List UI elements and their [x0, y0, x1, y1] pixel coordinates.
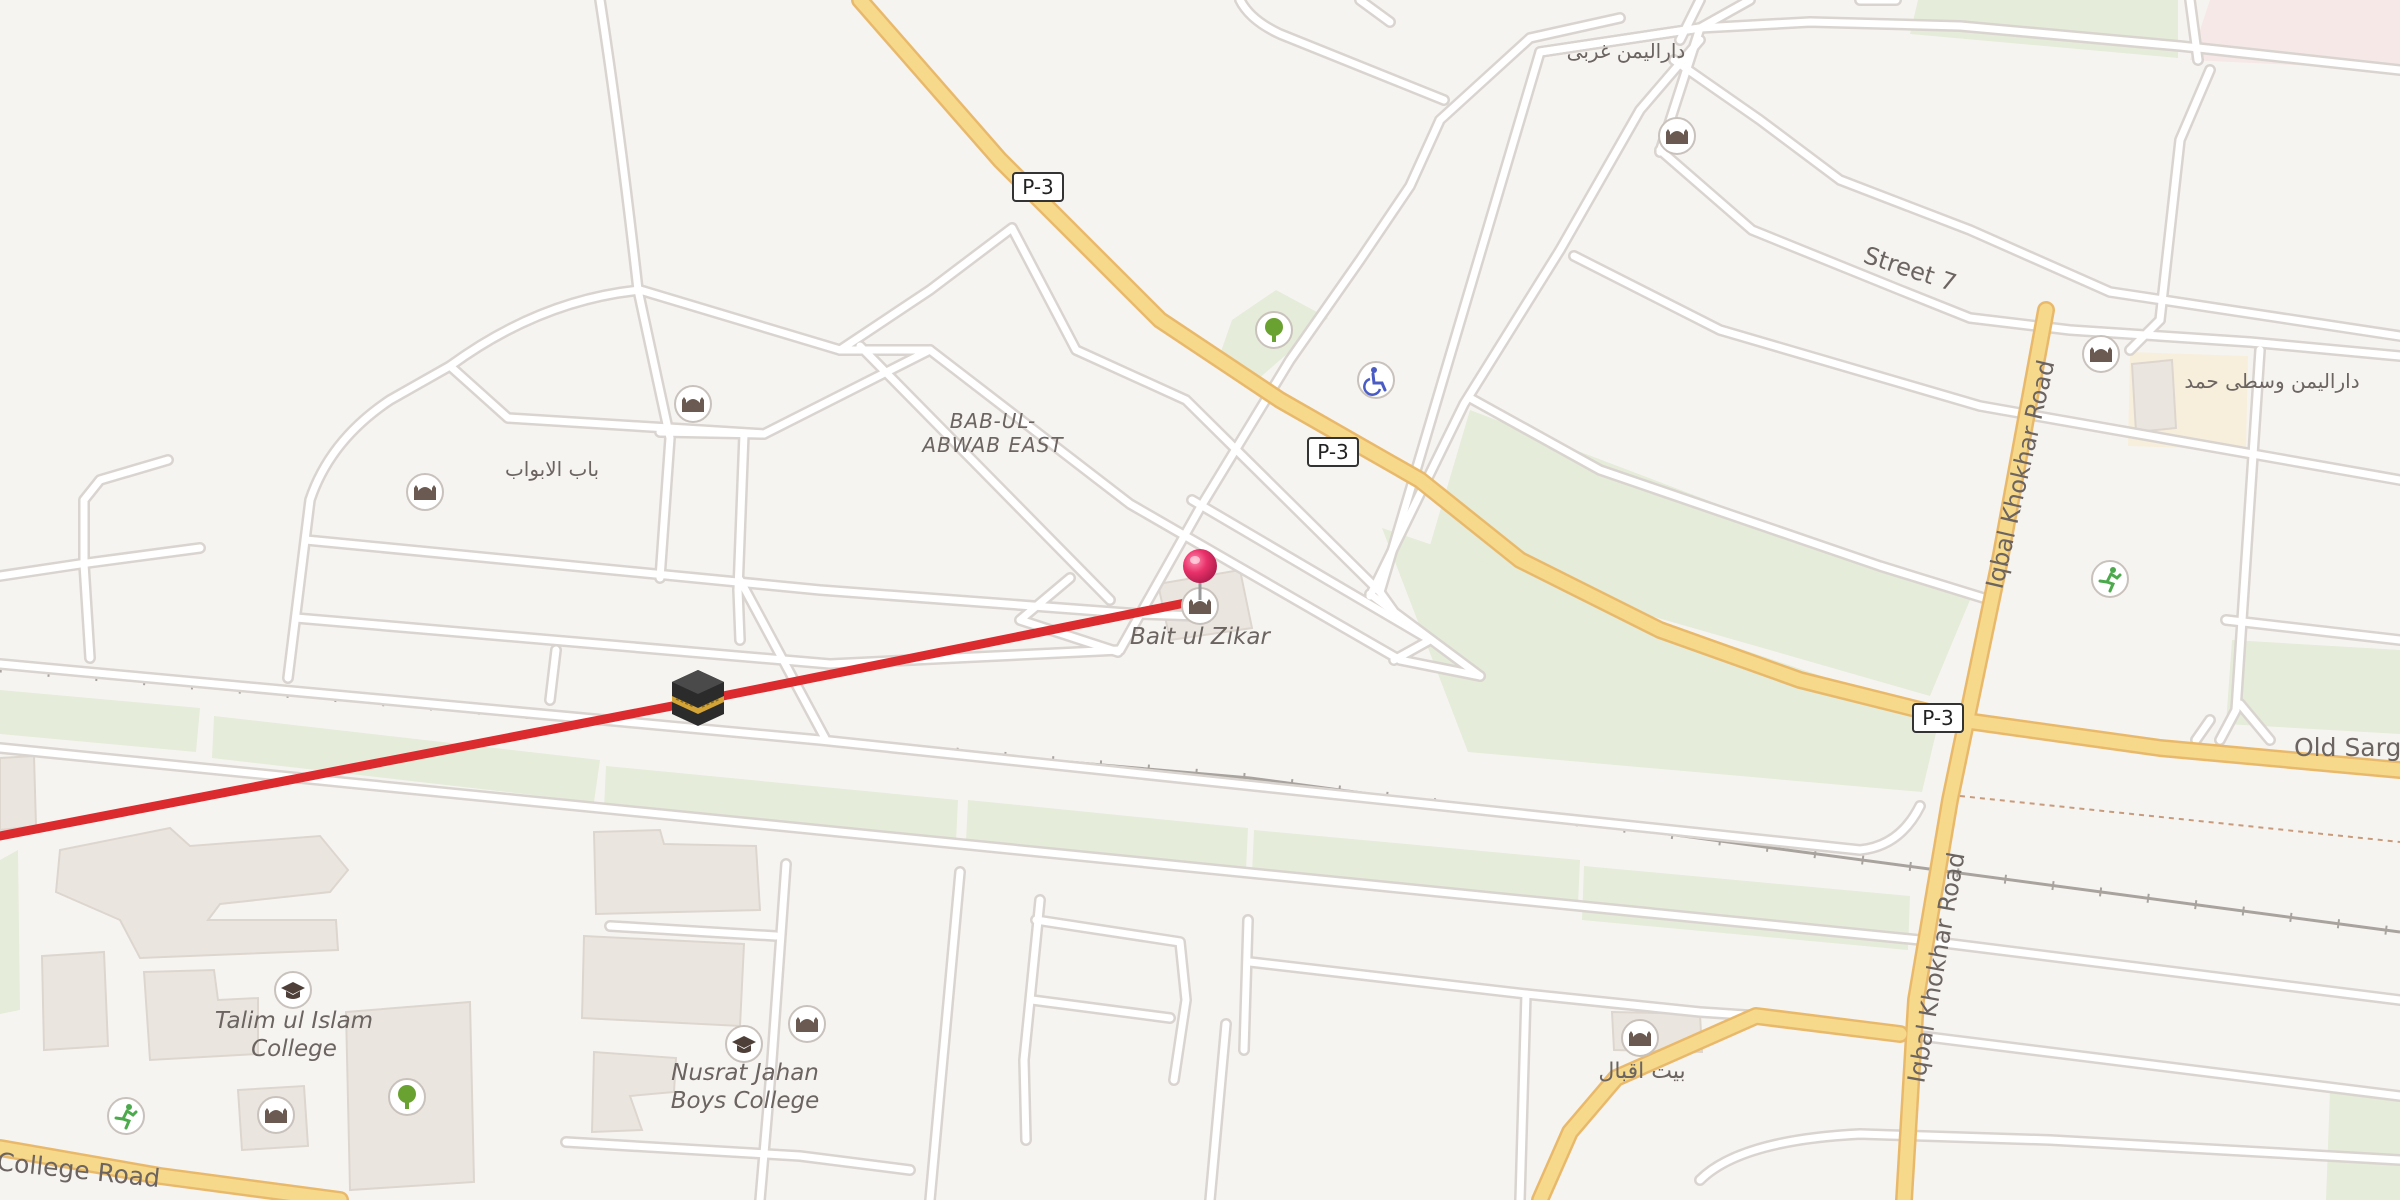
kaaba-icon[interactable] [672, 670, 724, 726]
street-label-old-sargodha: Old Sargo [2294, 733, 2400, 762]
area-label-dar-ul-yaman-wasti: دارالیمن وسطی حمد [2184, 369, 2359, 393]
poi-label-nusrat-jahan-1: Nusrat Jahan [671, 1060, 819, 1086]
poi-label-talim-ul-islam-1: Talim ul Islam [215, 1008, 373, 1034]
mosque-icon[interactable] [1658, 117, 1696, 155]
mosque-icon[interactable] [674, 385, 712, 423]
area-label-bab-ul-abwab-east-1: BAB-UL- [950, 409, 1036, 433]
road-shield-p3-north: P-3 [1012, 172, 1064, 202]
area-label-bait-iqbal: بیت اقبال [1598, 1059, 1685, 1084]
road-shield-p3-middle: P-3 [1307, 437, 1359, 467]
mosque-icon[interactable] [257, 1096, 295, 1134]
tree-icon[interactable] [1255, 311, 1293, 349]
poi-label-talim-ul-islam-2: College [251, 1036, 337, 1062]
road-shield-label: P-3 [1317, 440, 1349, 464]
mosque-icon[interactable] [2082, 335, 2120, 373]
tree-icon[interactable] [388, 1078, 426, 1116]
area-label-dar-ul-yaman-gharbi: دارالیمن غربی [1567, 39, 1686, 63]
poi-label-bait-ul-zikar: Bait ul Zikar [1130, 624, 1271, 650]
running-icon[interactable] [107, 1097, 145, 1135]
road-shield-label: P-3 [1922, 706, 1954, 730]
graduation-cap-icon[interactable] [274, 971, 312, 1009]
running-icon[interactable] [2091, 560, 2129, 598]
road-shield-label: P-3 [1022, 175, 1054, 199]
wheelchair-icon[interactable] [1357, 361, 1395, 399]
road-shield-p3-east: P-3 [1912, 703, 1964, 733]
mosque-icon[interactable] [788, 1005, 826, 1043]
area-label-bab-ul-abwab-east-2: ABWAB EAST [920, 433, 1064, 457]
graduation-cap-icon[interactable] [725, 1025, 763, 1063]
mosque-icon[interactable] [406, 473, 444, 511]
map-canvas[interactable]: P-3 P-3 P-3 Street 7 Iqbal Khokhar Road … [0, 0, 2400, 1200]
mosque-icon[interactable] [1621, 1019, 1659, 1057]
area-label-bab-ul-abwab-urdu: باب الابواب [505, 457, 599, 481]
poi-label-nusrat-jahan-2: Boys College [671, 1088, 820, 1114]
